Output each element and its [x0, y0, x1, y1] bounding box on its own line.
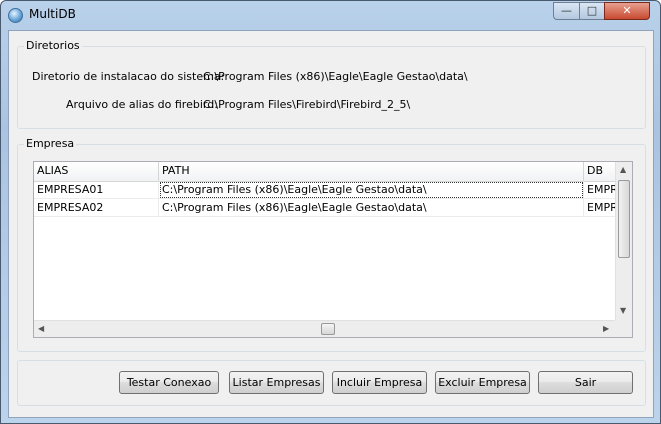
testar-conexao-button[interactable]: Testar Conexao [119, 371, 219, 394]
horizontal-scroll-thumb[interactable] [321, 323, 335, 335]
title-bar[interactable]: MultiDB — □ ✕ [1, 1, 660, 29]
window-title: MultiDB [29, 7, 76, 21]
install-dir-label: Diretorio de instalacao do sistema: [32, 70, 225, 83]
cell-path[interactable]: C:\Program Files (x86)\Eagle\Eagle Gesta… [159, 181, 584, 199]
cell-alias[interactable]: EMPRESA02 [34, 199, 159, 217]
scroll-right-icon[interactable]: ▶ [603, 324, 609, 334]
excluir-empresa-button[interactable]: Excluir Empresa [435, 371, 530, 394]
empresa-grid[interactable]: ALIAS PATH DB EMPRESA01 C:\Program Files… [33, 161, 633, 338]
cell-db[interactable]: EMPR [584, 199, 616, 217]
diretorios-group-title: Diretorios [24, 39, 82, 52]
app-icon [8, 8, 23, 23]
grid-header: ALIAS PATH DB [34, 162, 616, 182]
main-window: MultiDB — □ ✕ Diretorios Diretorio de in… [0, 0, 661, 424]
cell-path[interactable]: C:\Program Files (x86)\Eagle\Eagle Gesta… [159, 199, 584, 217]
scroll-up-icon[interactable]: ▲ [620, 165, 626, 175]
install-dir-value: C:\Program Files (x86)\Eagle\Eagle Gesta… [203, 70, 468, 83]
cell-alias[interactable]: EMPRESA01 [34, 181, 159, 199]
vertical-scroll-thumb[interactable] [618, 180, 630, 258]
scroll-down-icon[interactable]: ▼ [620, 306, 626, 316]
column-header-alias[interactable]: ALIAS [34, 162, 159, 181]
cell-db[interactable]: EMPR [584, 181, 616, 199]
scroll-corner [615, 320, 632, 337]
maximize-button[interactable]: □ [579, 2, 605, 20]
vertical-scrollbar[interactable]: ▲ ▼ [615, 162, 632, 320]
table-row[interactable]: EMPRESA02 C:\Program Files (x86)\Eagle\E… [34, 199, 616, 217]
column-header-db[interactable]: DB [584, 162, 616, 181]
table-row[interactable]: EMPRESA01 C:\Program Files (x86)\Eagle\E… [34, 181, 616, 199]
sair-button[interactable]: Sair [538, 371, 633, 394]
column-header-path[interactable]: PATH [159, 162, 584, 181]
empresa-group-title: Empresa [24, 137, 77, 150]
scroll-left-icon[interactable]: ◀ [38, 324, 44, 334]
alias-file-label: Arquivo de alias do firebird: [66, 98, 218, 111]
minimize-button[interactable]: — [553, 2, 580, 20]
close-button[interactable]: ✕ [604, 2, 650, 20]
diretorios-group: Diretorios Diretorio de instalacao do si… [17, 39, 646, 129]
incluir-empresa-button[interactable]: Incluir Empresa [332, 371, 427, 394]
alias-file-value: C:\Program Files\Firebird\Firebird_2_5\ [203, 98, 411, 111]
listar-empresas-button[interactable]: Listar Empresas [229, 371, 324, 394]
horizontal-scrollbar[interactable]: ◀ ▶ [34, 320, 616, 337]
